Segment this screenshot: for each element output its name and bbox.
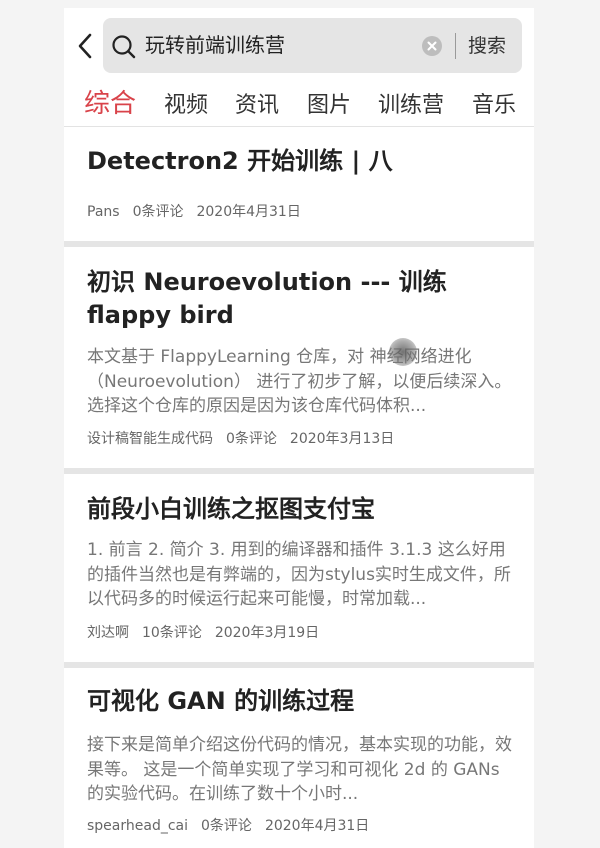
article-comments: 0条评论 xyxy=(132,204,184,220)
article-title[interactable]: 前段小白训练之抠图支付宝 xyxy=(87,493,517,526)
tab-video[interactable]: 视频 xyxy=(164,88,208,124)
phone-screen: 玩转前端训练营 搜索 综合 视频 资讯 图片 训练营 音乐 Detectron2… xyxy=(64,8,534,848)
search-divider xyxy=(455,33,456,59)
article-author: Pans xyxy=(87,204,120,220)
clear-icon[interactable] xyxy=(422,36,442,56)
article-summary: 本文基于 FlappyLearning 仓库，对 神经网络进化（Neuroevo… xyxy=(87,347,512,416)
article-title[interactable]: 初识 Neuroevolution --- 训练 flappy bird xyxy=(87,266,517,332)
back-button[interactable] xyxy=(74,32,96,60)
list-item[interactable]: 初识 Neuroevolution --- 训练 flappy bird 本文基… xyxy=(64,247,534,468)
article-comments: 0条评论 xyxy=(226,431,277,447)
article-summary: 接下来是简单介绍这份代码的情况，基本实现的功能，效果等。 这是一个简单实现了学习… xyxy=(87,735,512,804)
article-meta: 刘达啊 10条评论 2020年3月19日 xyxy=(87,623,332,643)
tab-images[interactable]: 图片 xyxy=(307,88,351,124)
article-date: 2020年4月31日 xyxy=(264,818,370,834)
list-item[interactable]: 前段小白训练之抠图支付宝 1. 前言 2. 简介 3. 用到的编译器和插件 3.… xyxy=(64,474,534,662)
article-author: 刘达啊 xyxy=(87,625,129,641)
search-icon xyxy=(112,35,136,59)
tab-training-camp[interactable]: 训练营 xyxy=(378,88,444,124)
article-author: spearhead_cai xyxy=(87,818,189,834)
article-meta: 设计稿智能生成代码 0条评论 2020年3月13日 xyxy=(87,429,407,449)
article-comments: 0条评论 xyxy=(201,818,252,834)
touch-indicator xyxy=(389,338,417,366)
article-meta: spearhead_cai 0条评论 2020年4月31日 xyxy=(87,816,382,836)
article-date: 2020年3月19日 xyxy=(214,625,320,641)
article-title[interactable]: Detectron2 开始训练 | 八 xyxy=(87,145,517,178)
article-author: 设计稿智能生成代码 xyxy=(87,431,213,447)
search-button[interactable]: 搜索 xyxy=(468,31,506,61)
tab-news[interactable]: 资讯 xyxy=(235,88,279,124)
search-header: 玩转前端训练营 搜索 xyxy=(64,8,534,84)
article-meta: Pans 0条评论 2020年4月31日 xyxy=(87,202,314,222)
chevron-left-icon xyxy=(78,33,92,59)
article-date: 2020年3月13日 xyxy=(289,431,395,447)
article-date: 2020年4月31日 xyxy=(196,204,301,220)
tab-music[interactable]: 音乐 xyxy=(472,88,516,124)
search-input[interactable]: 玩转前端训练营 xyxy=(145,30,285,60)
article-summary: 1. 前言 2. 简介 3. 用到的编译器和插件 3.1.3 这么好用的插件当然… xyxy=(87,540,511,609)
search-bar: 玩转前端训练营 搜索 xyxy=(103,18,522,73)
tab-comprehensive[interactable]: 综合 xyxy=(84,86,136,122)
list-item[interactable]: 可视化 GAN 的训练过程 接下来是简单介绍这份代码的情况，基本实现的功能，效果… xyxy=(64,668,534,848)
article-comments: 10条评论 xyxy=(142,625,202,641)
category-tabs: 综合 视频 资讯 图片 训练营 音乐 xyxy=(64,84,534,127)
list-item[interactable]: Detectron2 开始训练 | 八 Pans 0条评论 2020年4月31日 xyxy=(64,127,534,241)
article-title[interactable]: 可视化 GAN 的训练过程 xyxy=(87,685,517,718)
